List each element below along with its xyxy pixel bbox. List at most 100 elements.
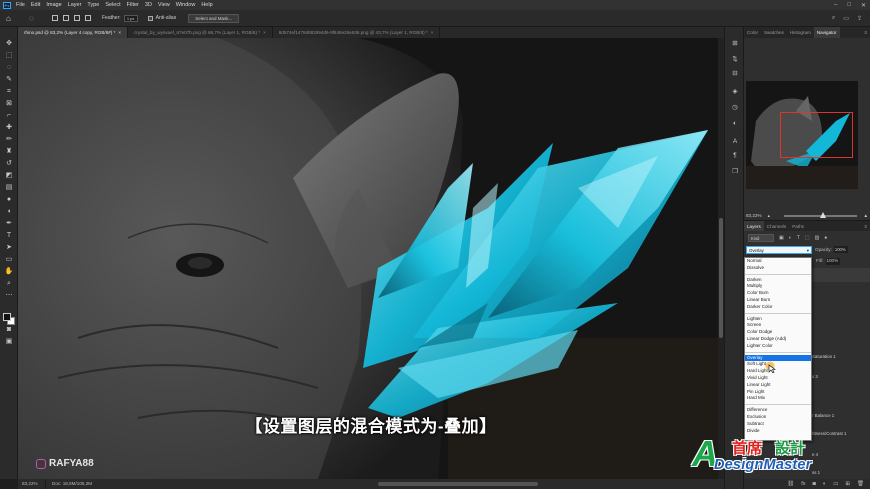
brush-tool-icon[interactable]: ✏	[4, 135, 14, 144]
navigator-thumbnail[interactable]	[746, 81, 858, 189]
move-tool-icon[interactable]: ✥	[4, 39, 14, 48]
libraries-icon[interactable]: ⊟	[730, 69, 740, 78]
blend-option-linear-dodge[interactable]: Linear Dodge (Add)	[745, 336, 811, 343]
lasso-tool-preset-icon[interactable]: ◌	[29, 14, 38, 23]
blend-option-hard-light[interactable]: Hard Light	[745, 368, 811, 375]
foreground-color-swatch[interactable]	[3, 313, 11, 321]
blend-option-exclusion[interactable]: Exclusion	[745, 414, 811, 421]
more-tools-icon[interactable]: ⋯	[4, 291, 14, 300]
antialias-checkbox[interactable]	[147, 15, 153, 21]
menu-type[interactable]: Type	[87, 2, 99, 8]
minimize-button[interactable]: –	[834, 2, 837, 8]
new-selection-icon[interactable]	[52, 15, 58, 21]
menu-window[interactable]: Window	[176, 2, 196, 8]
feather-input[interactable]: 1 px	[123, 14, 138, 22]
document-canvas[interactable]: 【设置图层的混合模式为-叠加】 RAFYA88	[18, 38, 724, 479]
slider-knob[interactable]	[819, 211, 826, 218]
path-selection-tool-icon[interactable]: ➤	[4, 243, 14, 252]
blend-option-difference[interactable]: Difference	[745, 407, 811, 414]
blend-option-dissolve[interactable]: Dissolve	[745, 265, 811, 272]
blend-option-darker-color[interactable]: Darker Color	[745, 304, 811, 311]
properties-icon[interactable]: ⊞	[730, 39, 740, 48]
zoom-level[interactable]: 83,22%	[18, 479, 46, 489]
close-button[interactable]: ✕	[861, 2, 866, 9]
select-and-mask-button[interactable]: Select and Mask...	[188, 13, 240, 23]
clone-stamp-tool-icon[interactable]: ♜	[4, 147, 14, 156]
type-tool-icon[interactable]: T	[4, 231, 14, 240]
delete-layer-icon[interactable]: 🗑	[857, 479, 864, 489]
add-selection-icon[interactable]	[63, 15, 69, 21]
blend-option-color-burn[interactable]: Color Burn	[745, 290, 811, 297]
layer-row[interactable]: s 3	[812, 374, 818, 379]
zoom-tool-icon[interactable]: ⌕	[4, 279, 14, 288]
maximize-button[interactable]: □	[847, 2, 851, 8]
eyedropper-tool-icon[interactable]: ⌐	[4, 111, 14, 120]
blur-tool-icon[interactable]: ●	[4, 195, 14, 204]
rectangle-tool-icon[interactable]: ▭	[4, 255, 14, 264]
quick-mask-icon[interactable]: ◙	[4, 325, 14, 334]
tab-navigator[interactable]: Navigator	[813, 27, 840, 38]
blend-mode-select[interactable]: Overlay	[746, 245, 812, 254]
menu-edit[interactable]: Edit	[31, 2, 40, 8]
adjust-icon[interactable]: ⇅	[730, 55, 740, 64]
subtract-selection-icon[interactable]	[74, 15, 80, 21]
menu-select[interactable]: Select	[105, 2, 120, 8]
link-layers-icon[interactable]: ⛓	[787, 479, 794, 489]
new-group-icon[interactable]: ▭	[833, 479, 838, 489]
blend-option-linear-light[interactable]: Linear Light	[745, 382, 811, 389]
zoom-in-icon[interactable]: ▲	[863, 213, 868, 218]
healing-brush-tool-icon[interactable]: ✚	[4, 123, 14, 132]
hand-tool-icon[interactable]: ✋	[4, 267, 14, 276]
panel-menu-icon[interactable]: ≡	[864, 27, 870, 38]
tab-color[interactable]: Color	[744, 27, 761, 38]
workspace-icon[interactable]: ▭	[843, 15, 849, 22]
pixel-filter-icon[interactable]: ▣	[779, 235, 784, 241]
adjustments-icon[interactable]: ◐	[730, 119, 740, 128]
dodge-tool-icon[interactable]: ◖	[4, 207, 14, 216]
share-icon[interactable]: ⇪	[857, 15, 862, 22]
layer-style-icon[interactable]: fx	[801, 479, 805, 489]
lasso-tool-icon[interactable]: ◌	[4, 63, 14, 72]
layer-row[interactable]: Saturation 1	[812, 354, 836, 359]
shape-filter-icon[interactable]: ⬚	[805, 235, 810, 241]
close-tab-icon[interactable]: ×	[431, 30, 434, 35]
navigator-zoom-value[interactable]: 83,22%	[746, 213, 762, 218]
blend-option-lighten[interactable]: Lighten	[745, 316, 811, 323]
layer-row[interactable]: r Balance 1	[812, 413, 834, 418]
menu-3d[interactable]: 3D	[145, 2, 152, 8]
gradient-tool-icon[interactable]: ▤	[4, 183, 14, 192]
blend-option-hard-mix[interactable]: Hard Mix	[745, 395, 811, 402]
blend-option-color-dodge[interactable]: Color Dodge	[745, 329, 811, 336]
blend-option-lighter-color[interactable]: Lighter Color	[745, 343, 811, 350]
tab-histogram[interactable]: Histogram	[787, 27, 814, 38]
tab-channels[interactable]: Channels	[764, 221, 789, 231]
blend-option-multiply[interactable]: Multiply	[745, 283, 811, 290]
panel-menu-icon[interactable]: ≡	[864, 221, 870, 231]
eraser-tool-icon[interactable]: ◩	[4, 171, 14, 180]
add-mask-icon[interactable]: ◙	[813, 479, 816, 489]
blend-option-soft-light[interactable]: Soft Light	[745, 361, 811, 368]
close-tab-icon[interactable]: ×	[263, 30, 266, 35]
filter-toggle-icon[interactable]: ●	[824, 235, 827, 241]
document-size-info[interactable]: Doc: 18,6M/105,2M	[46, 479, 92, 489]
history-brush-tool-icon[interactable]: ↺	[4, 159, 14, 168]
document-tab[interactable]: crystal_by_wysvaef_67e07b.png @ 66,7% (L…	[128, 27, 273, 38]
menu-help[interactable]: Help	[201, 2, 212, 8]
blend-option-vivid-light[interactable]: Vivid Light	[745, 375, 811, 382]
blend-option-screen[interactable]: Screen	[745, 322, 811, 329]
menu-image[interactable]: Image	[46, 2, 61, 8]
document-tab-active[interactable]: rhino.psd @ 83,2% (Layer 4 copy, RGB/8#)…	[18, 27, 129, 38]
new-adjustment-icon[interactable]: ◐	[823, 479, 826, 489]
smart-object-filter-icon[interactable]: ▥	[815, 235, 820, 241]
blend-option-pin-light[interactable]: Pin Light	[745, 389, 811, 396]
close-tab-icon[interactable]: ×	[118, 30, 121, 35]
scrollbar-thumb[interactable]	[719, 218, 723, 338]
home-icon[interactable]: ⌂	[6, 14, 15, 23]
screen-mode-icon[interactable]: ▣	[4, 337, 14, 346]
adjustment-filter-icon[interactable]: ◐	[789, 235, 792, 241]
filter-kind-select[interactable]: Kind	[748, 233, 774, 242]
blend-option-darken[interactable]: Darken	[745, 277, 811, 284]
pen-tool-icon[interactable]: ✒	[4, 219, 14, 228]
blend-option-linear-burn[interactable]: Linear Burn	[745, 297, 811, 304]
menu-view[interactable]: View	[158, 2, 170, 8]
